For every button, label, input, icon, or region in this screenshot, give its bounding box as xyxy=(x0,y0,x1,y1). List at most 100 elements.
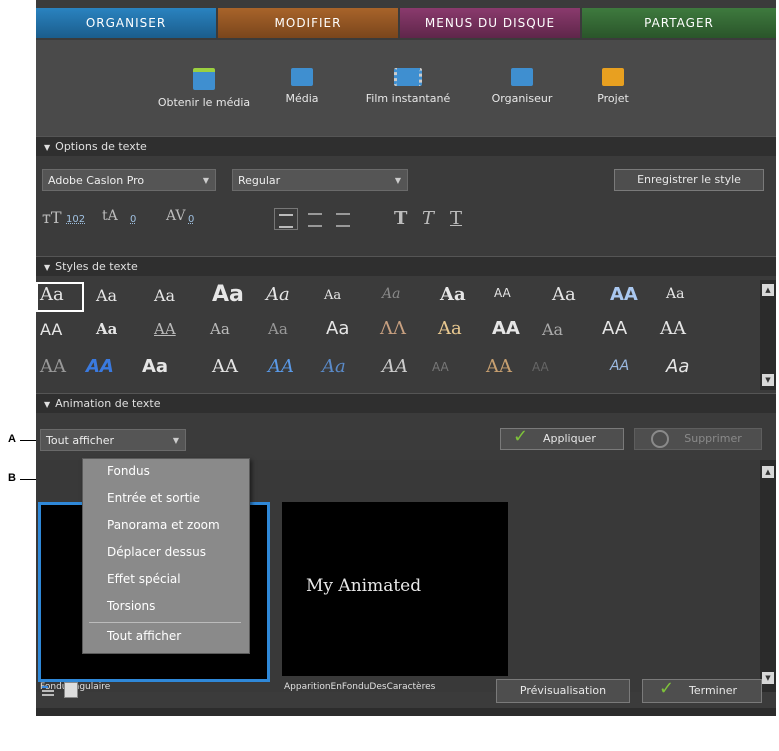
scroll-up-icon[interactable]: ▲ xyxy=(762,466,774,478)
animation-filter-dropdown[interactable]: Tout afficher ▼ xyxy=(40,429,186,451)
style-swatch[interactable]: Aa xyxy=(142,356,168,377)
favorites-icon[interactable] xyxy=(64,682,78,698)
menu-item-fondus[interactable]: Fondus xyxy=(107,464,150,478)
style-swatch[interactable]: Aa xyxy=(268,320,288,338)
tab-organiser[interactable]: ORGANISER xyxy=(36,8,216,38)
organizer-label: Organiseur xyxy=(491,92,553,105)
style-swatch[interactable]: AA xyxy=(432,360,449,374)
animation-filter-menu: Fondus Entrée et sortie Panorama et zoom… xyxy=(82,458,250,654)
media-button[interactable]: Média xyxy=(272,68,332,105)
menu-item-panorama-et-zoom[interactable]: Panorama et zoom xyxy=(107,518,220,532)
style-swatch[interactable]: AA xyxy=(382,356,408,377)
text-styles-header[interactable]: ▼ Styles de texte xyxy=(36,256,776,276)
style-swatch[interactable]: ΛΛ xyxy=(380,318,406,339)
font-size-value[interactable]: 102 xyxy=(66,214,85,225)
apply-button[interactable]: ✓ Appliquer xyxy=(500,427,624,450)
style-swatch[interactable]: AA xyxy=(268,356,294,377)
style-swatch[interactable]: AA xyxy=(40,320,62,339)
menu-item-deplacer-dessus[interactable]: Déplacer dessus xyxy=(107,545,206,559)
style-swatch[interactable]: Aa xyxy=(322,356,346,377)
style-swatch[interactable]: AA xyxy=(154,320,176,338)
tab-partager[interactable]: PARTAGER xyxy=(582,8,776,38)
style-swatch[interactable]: AA xyxy=(610,284,638,305)
style-swatch[interactable]: Aa xyxy=(440,284,466,305)
tracking-icon: AV xyxy=(166,208,186,224)
project-button[interactable]: Projet xyxy=(588,68,638,105)
style-swatch[interactable]: Aa xyxy=(552,284,576,305)
scroll-down-icon[interactable]: ▼ xyxy=(762,374,774,386)
italic-icon[interactable]: T xyxy=(422,208,434,229)
style-swatch[interactable]: Aa xyxy=(326,318,349,339)
sort-icon[interactable] xyxy=(42,684,56,696)
animation-thumbnail[interactable]: My Animated xyxy=(282,502,508,676)
style-swatch[interactable]: Aa xyxy=(382,286,400,302)
text-styles-grid: Aa Aa Aa Aa Aa Aa Aa Aa AA Aa AA Aa AA A… xyxy=(36,280,758,390)
gallery-scrollbar[interactable]: ▲ ▼ xyxy=(760,460,776,692)
align-right-icon[interactable] xyxy=(336,213,350,227)
text-panel: ORGANISER MODIFIER MENUS DU DISQUE PARTA… xyxy=(36,0,776,716)
preview-button[interactable]: Prévisualisation xyxy=(496,679,630,703)
menu-item-effet-special[interactable]: Effet spécial xyxy=(107,572,181,586)
apply-label: Appliquer xyxy=(543,432,596,445)
done-button[interactable]: ✓ Terminer xyxy=(642,678,762,703)
style-swatch[interactable]: Aa xyxy=(40,284,64,305)
collapse-triangle-icon: ▼ xyxy=(44,263,51,272)
font-family-value: Adobe Caslon Pro xyxy=(48,174,145,187)
toolbar: Obtenir le média Média Film instantané O… xyxy=(36,40,776,136)
font-style-dropdown[interactable]: Regular ▼ xyxy=(232,169,408,191)
style-swatch[interactable]: Aa xyxy=(266,284,290,305)
instant-movie-label: Film instantané xyxy=(365,92,451,105)
style-swatch[interactable]: AA xyxy=(40,356,66,377)
leading-value[interactable]: 0 xyxy=(130,214,136,225)
underline-icon[interactable]: T xyxy=(450,208,462,229)
tab-menus-du-disque[interactable]: MENUS DU DISQUE xyxy=(400,8,580,38)
delete-button[interactable]: Supprimer xyxy=(634,428,762,450)
leading-icon: tA xyxy=(102,208,118,224)
style-swatch[interactable]: Aa xyxy=(212,282,244,307)
style-swatch[interactable]: Aa xyxy=(438,318,462,339)
styles-scrollbar[interactable]: ▲ ▼ xyxy=(760,280,776,390)
font-family-dropdown[interactable]: Adobe Caslon Pro ▼ xyxy=(42,169,216,191)
project-label: Projet xyxy=(597,92,629,105)
text-styles-title: Styles de texte xyxy=(55,260,138,273)
style-swatch[interactable]: Aa xyxy=(96,286,117,305)
align-center-icon[interactable] xyxy=(308,213,322,227)
scroll-down-icon[interactable]: ▼ xyxy=(762,672,774,684)
tab-modifier[interactable]: MODIFIER xyxy=(218,8,398,38)
menu-item-entree-et-sortie[interactable]: Entrée et sortie xyxy=(107,491,200,505)
menu-divider xyxy=(89,622,241,623)
scroll-up-icon[interactable]: ▲ xyxy=(762,284,774,296)
get-media-button[interactable]: Obtenir le média xyxy=(144,68,264,109)
style-swatch[interactable]: AA xyxy=(602,318,627,339)
style-swatch[interactable]: Aa xyxy=(324,288,341,303)
style-swatch[interactable]: AA xyxy=(212,356,238,377)
callout-a: A xyxy=(8,433,16,445)
style-swatch[interactable]: Aa xyxy=(154,286,175,305)
tracking-value[interactable]: 0 xyxy=(188,214,194,225)
callout-b: B xyxy=(8,472,16,484)
menu-item-torsions[interactable]: Torsions xyxy=(107,599,155,613)
text-options-header[interactable]: ▼ Options de texte xyxy=(36,136,776,156)
style-swatch[interactable]: Aa xyxy=(542,320,563,339)
style-swatch[interactable]: AA xyxy=(610,358,629,374)
style-swatch[interactable]: AA xyxy=(486,356,512,377)
text-animation-header[interactable]: ▼ Animation de texte xyxy=(36,393,776,413)
bold-icon[interactable]: T xyxy=(394,208,407,229)
style-swatch[interactable]: AA xyxy=(492,318,520,339)
style-swatch[interactable]: Aa xyxy=(210,320,230,338)
style-swatch[interactable]: AA xyxy=(494,286,511,300)
menu-item-tout-afficher[interactable]: Tout afficher xyxy=(107,629,181,643)
style-swatch[interactable]: AA xyxy=(86,356,114,377)
instant-movie-button[interactable]: Film instantané xyxy=(358,68,458,105)
project-icon xyxy=(602,68,624,86)
organizer-button[interactable]: Organiseur xyxy=(482,68,562,105)
style-swatch[interactable]: AA xyxy=(660,318,686,339)
thumbnail-label: ApparitionEnFonduDesCaractères xyxy=(284,682,436,692)
style-swatch[interactable]: Aa xyxy=(666,356,689,377)
save-style-button[interactable]: Enregistrer le style xyxy=(614,169,764,191)
resize-bar[interactable] xyxy=(36,708,776,716)
style-swatch[interactable]: Aa xyxy=(96,320,117,338)
style-swatch[interactable]: AA xyxy=(532,360,549,374)
style-swatch[interactable]: Aa xyxy=(666,286,684,302)
align-left-button[interactable] xyxy=(274,208,298,230)
